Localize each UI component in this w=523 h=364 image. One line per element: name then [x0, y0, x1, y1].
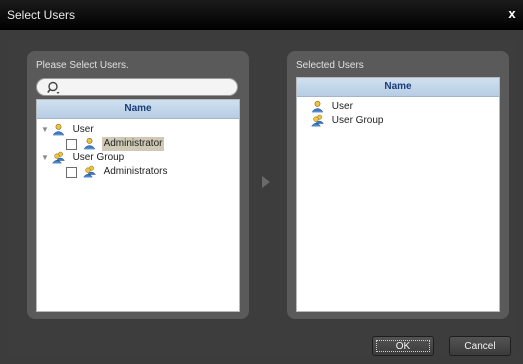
selected-item-user[interactable]: User: [311, 100, 355, 114]
tree-leaf-label: Administrators: [103, 166, 168, 177]
cancel-button[interactable]: Cancel: [449, 336, 511, 356]
user-group-icon: [82, 165, 96, 178]
selected-item-label: User: [331, 101, 353, 112]
name-column-header[interactable]: Name: [37, 100, 239, 119]
search-box[interactable]: [36, 78, 238, 96]
tree-leaf-administrators[interactable]: Administrators: [66, 165, 169, 179]
tree-node-user[interactable]: ▼ User: [41, 123, 96, 137]
user-icon: [311, 100, 324, 113]
available-users-caption: Please Select Users.: [36, 60, 129, 71]
administrators-checkbox[interactable]: [66, 167, 77, 178]
search-input[interactable]: [65, 80, 230, 94]
search-icon: [47, 81, 60, 94]
selected-item-label: User Group: [331, 115, 384, 126]
title-bar: Select Users x: [0, 0, 523, 30]
user-group-icon: [51, 151, 65, 164]
selected-users-list: Name User User Group: [296, 77, 500, 312]
tree-node-user-group[interactable]: ▼ User Group: [41, 151, 126, 165]
available-users-list: Name ▼ User Administrator ▼ User Group A…: [36, 99, 240, 312]
expand-triangle-icon[interactable]: ▼: [41, 151, 49, 165]
user-icon: [52, 123, 64, 136]
select-users-dialog: Select Users x Please Select Users. Name…: [0, 0, 523, 364]
user-icon: [83, 137, 95, 150]
tree-node-label: User: [72, 124, 94, 135]
ok-button[interactable]: OK: [372, 336, 434, 356]
tree-leaf-administrator[interactable]: Administrator: [66, 137, 165, 151]
tree-node-label: User Group: [72, 152, 125, 163]
name-column-header[interactable]: Name: [297, 78, 499, 97]
expand-triangle-icon[interactable]: ▼: [41, 123, 49, 137]
transfer-arrow-icon[interactable]: [262, 176, 270, 188]
close-icon[interactable]: x: [505, 6, 519, 22]
available-users-panel: Please Select Users. Name ▼ User Adminis…: [27, 51, 249, 319]
selected-item-user-group[interactable]: User Group: [311, 114, 385, 128]
selected-users-caption: Selected Users: [296, 60, 364, 71]
tree-leaf-label: Administrator: [101, 137, 165, 151]
selected-users-panel: Selected Users Name User User Group: [287, 51, 509, 319]
user-group-icon: [311, 114, 324, 127]
administrator-checkbox[interactable]: [66, 139, 77, 150]
window-title: Select Users: [7, 8, 76, 22]
